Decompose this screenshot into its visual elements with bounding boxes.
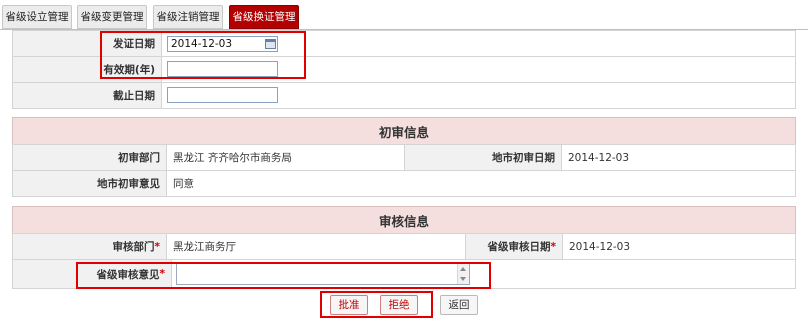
initial-dept-value-text: 黑龙江 齐齐哈尔市商务局 [173,152,292,164]
audit-dept-label: 审核部门 * [12,233,167,260]
initial-date-value: 2014-12-03 [561,144,796,171]
expiry-date-field[interactable] [167,87,278,103]
audit-dept-value-text: 黑龙江商务厅 [173,241,236,253]
audit-header: 审核信息 [12,206,796,234]
audit-date-label-text: 省级审核日期 [487,241,551,253]
audit-date-label: 省级审核日期 * [465,233,563,260]
initial-date-label-text: 地市初审日期 [492,152,555,164]
initial-date-label: 地市初审日期 [404,144,562,171]
tab-province-change[interactable]: 省级变更管理 [77,5,147,29]
tab-province-renewal[interactable]: 省级换证管理 [229,5,299,29]
initial-dept-label: 初审部门 [12,144,167,171]
expiry-date-label: 截止日期 [12,82,162,109]
initial-dept-value: 黑龙江 齐齐哈尔市商务局 [166,144,405,171]
audit-dept-label-text: 审核部门 [112,241,155,253]
expiry-date-label-text: 截止日期 [113,90,155,102]
initial-opinion-value: 同意 [166,170,796,197]
highlight-action-buttons [320,291,433,318]
initial-opinion-label-text: 地市初审意见 [97,178,160,190]
highlight-audit-opinion [76,262,491,289]
required-mark: * [154,240,161,253]
tab-province-establish[interactable]: 省级设立管理 [2,5,72,29]
back-button[interactable]: 返回 [440,295,478,315]
audit-date-value-text: 2014-12-03 [569,240,631,253]
initial-opinion-value-text: 同意 [173,178,194,190]
initial-dept-label-text: 初审部门 [118,152,160,164]
audit-dept-value: 黑龙江商务厅 [166,233,466,260]
initial-date-value-text: 2014-12-03 [568,151,630,164]
audit-date-value: 2014-12-03 [562,233,796,260]
required-mark: * [550,240,557,253]
initial-opinion-label: 地市初审意见 [12,170,167,197]
highlight-date-fields [100,31,306,79]
tab-province-cancel[interactable]: 省级注销管理 [153,5,223,29]
initial-review-header: 初审信息 [12,117,796,145]
